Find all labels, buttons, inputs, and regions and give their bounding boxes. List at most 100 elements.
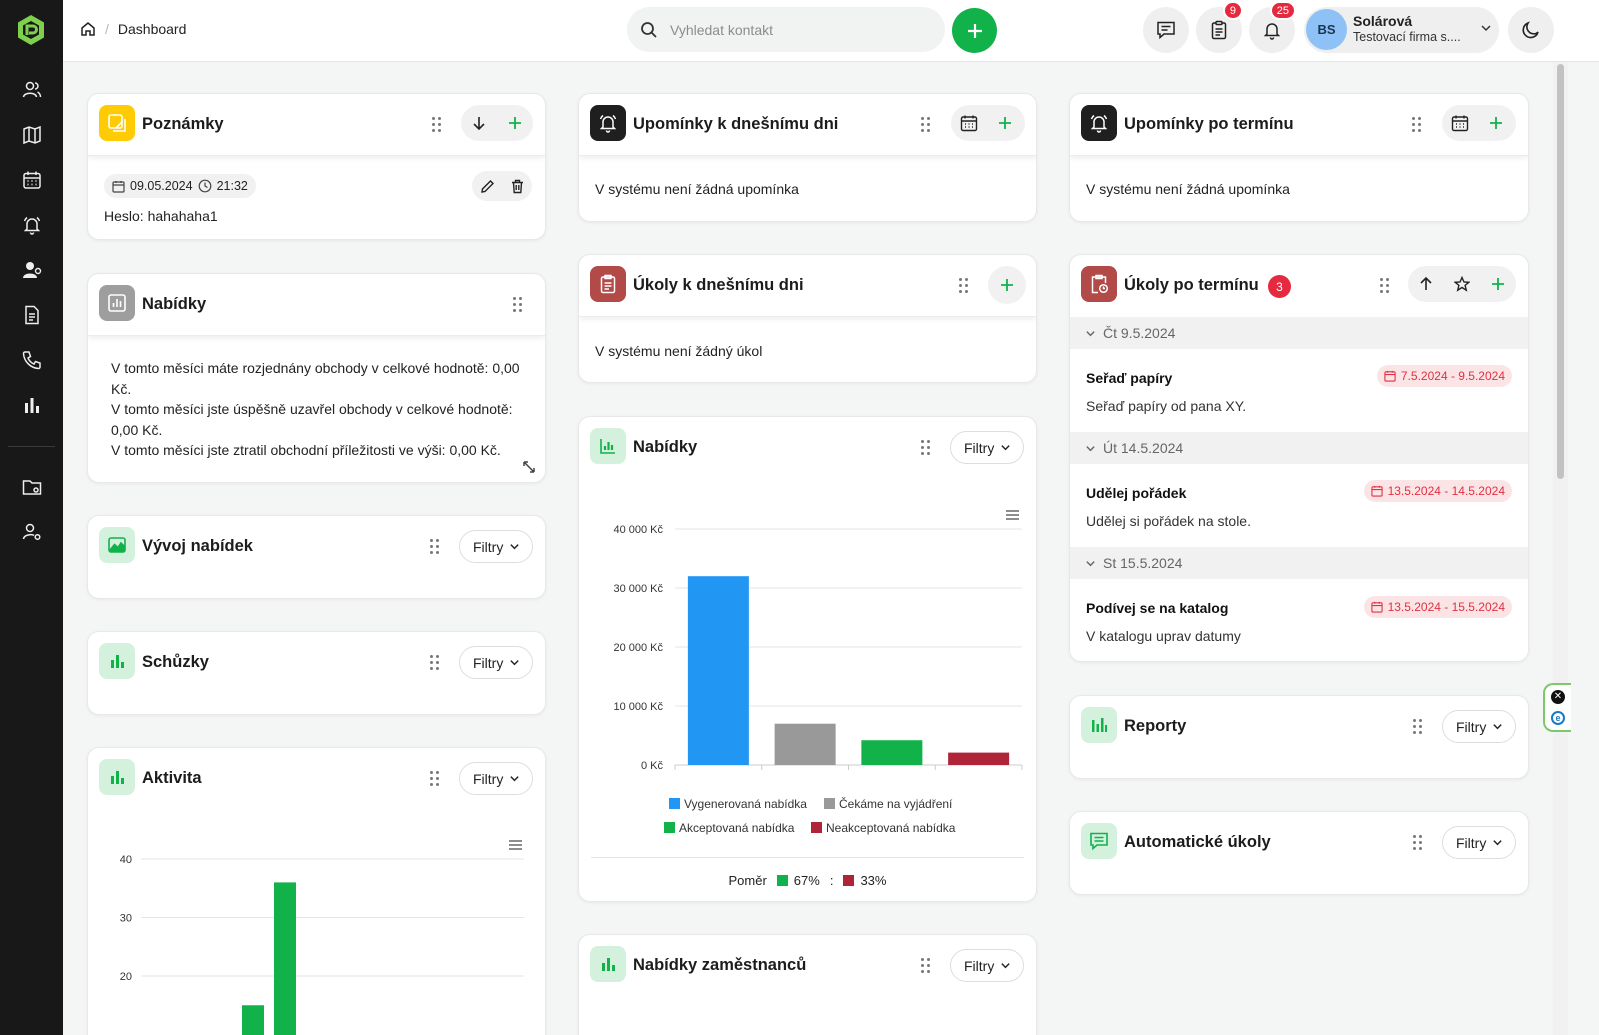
task-range-text: 7.5.2024 - 9.5.2024	[1400, 369, 1505, 383]
drag-handle-icon[interactable]	[921, 958, 931, 974]
clipboard-clock-icon	[1081, 266, 1117, 302]
theme-toggle[interactable]	[1508, 7, 1554, 53]
note-timestamp: 09.05.2024 21:32	[104, 174, 256, 198]
card-title: Reporty	[1124, 717, 1187, 735]
chevron-down-icon	[1086, 445, 1095, 451]
bell-icon	[1262, 20, 1282, 40]
y-tick-label: 40 000 Kč	[613, 524, 663, 536]
drag-handle-icon[interactable]	[921, 440, 931, 456]
overdue-count-badge: 3	[1268, 275, 1291, 298]
filter-button[interactable]: Filtry	[459, 646, 534, 679]
drag-handle-icon[interactable]	[430, 539, 440, 555]
bar-3	[861, 740, 923, 765]
ratio-label: Poměr	[728, 873, 767, 888]
reminders-overdue-card: Upomínky po termínu V systému není žádná…	[1069, 93, 1529, 222]
folder-icon[interactable]	[12, 469, 52, 505]
add-icon[interactable]	[1480, 266, 1516, 302]
task-group-date: St 15.5.2024	[1103, 555, 1183, 571]
contacts-icon[interactable]	[12, 72, 52, 108]
task-group-header[interactable]: St 15.5.2024	[1070, 547, 1528, 579]
add-note-icon[interactable]	[497, 105, 533, 141]
notes-icon	[99, 105, 135, 141]
tasks-button[interactable]: 9	[1196, 1, 1243, 53]
chart-icon[interactable]	[12, 387, 52, 423]
edit-icon[interactable]	[472, 171, 502, 201]
filter-button[interactable]: Filtry	[459, 762, 534, 795]
overdue-actions	[1408, 266, 1516, 302]
notifications-button[interactable]: 25	[1249, 1, 1296, 53]
extension-icon[interactable]: e	[1551, 711, 1565, 725]
app-logo[interactable]	[16, 14, 46, 46]
calendar-icon	[1370, 485, 1383, 497]
task-group-header[interactable]: Út 14.5.2024	[1070, 432, 1528, 464]
task-title[interactable]: Udělej pořádek	[1086, 485, 1186, 501]
sort-up-icon[interactable]	[1408, 266, 1444, 302]
add-icon[interactable]	[987, 105, 1023, 141]
tasks-badge: 9	[1222, 1, 1243, 20]
drag-handle-icon[interactable]	[430, 655, 440, 671]
drag-handle-icon[interactable]	[513, 297, 523, 313]
card-header: Úkoly po termínu 3	[1070, 255, 1528, 317]
card-header: Upomínky k dnešnímu dni	[579, 94, 1036, 156]
delete-icon[interactable]	[502, 171, 532, 201]
calendar-icon[interactable]	[951, 105, 987, 141]
scrollbar-thumb[interactable]	[1557, 64, 1564, 479]
calendar-icon[interactable]	[12, 162, 52, 198]
drag-handle-icon[interactable]	[1413, 719, 1423, 735]
employee-offers-card: Nabídky zaměstnanců Filtry	[578, 934, 1037, 1035]
area-chart-icon	[99, 527, 135, 563]
empty-message: V systému není žádný úkol	[595, 343, 763, 359]
task-date-range: 13.5.2024 - 14.5.2024	[1363, 480, 1512, 502]
page-scrollbar[interactable]	[1553, 62, 1568, 1035]
chevron-down-icon	[510, 776, 520, 782]
search-input[interactable]	[670, 21, 910, 38]
document-icon[interactable]	[12, 297, 52, 333]
map-icon[interactable]	[12, 117, 52, 153]
extension-widget[interactable]: ✕ e	[1543, 683, 1571, 732]
card-header: Poznámky	[88, 94, 545, 156]
star-icon[interactable]	[1444, 266, 1480, 302]
messages-button[interactable]	[1143, 7, 1189, 53]
reminders-today-card: Upomínky k dnešnímu dni V systému není ž…	[578, 93, 1037, 222]
filter-button[interactable]: Filtry	[459, 530, 534, 563]
bell-icon	[590, 105, 626, 141]
resize-icon[interactable]	[522, 460, 536, 474]
drag-handle-icon[interactable]	[1413, 835, 1423, 851]
filter-button[interactable]: Filtry	[1442, 826, 1517, 859]
drag-handle-icon[interactable]	[959, 278, 969, 294]
add-icon[interactable]	[1478, 105, 1514, 141]
drag-handle-icon[interactable]	[1412, 117, 1422, 133]
bell-icon[interactable]	[12, 207, 52, 243]
add-task-button[interactable]	[988, 266, 1026, 304]
filter-button[interactable]: Filtry	[950, 949, 1025, 982]
calendar-icon[interactable]	[1442, 105, 1478, 141]
task-range-text: 13.5.2024 - 14.5.2024	[1387, 484, 1505, 498]
chevron-down-icon	[510, 544, 520, 550]
sidebar-divider	[8, 446, 55, 447]
card-header: Schůzky Filtry	[88, 632, 545, 694]
card-header: Reporty Filtry	[1070, 696, 1528, 758]
phone-icon[interactable]	[12, 342, 52, 378]
task-title[interactable]: Podívej se na katalog	[1086, 600, 1228, 616]
admin-icon[interactable]	[12, 514, 52, 550]
drag-handle-icon[interactable]	[432, 117, 442, 133]
user-menu[interactable]: BS Solárová Testovací firma s....	[1304, 7, 1499, 53]
chevron-down-icon	[1086, 330, 1095, 336]
user-settings-icon[interactable]	[12, 252, 52, 288]
bar-chart-icon	[590, 946, 626, 982]
card-title: Schůzky	[142, 653, 209, 671]
task-group-header[interactable]: Čt 9.5.2024	[1070, 317, 1528, 349]
drag-handle-icon[interactable]	[1380, 278, 1390, 294]
card-title: Vývoj nabídek	[142, 537, 253, 555]
close-icon[interactable]: ✕	[1551, 690, 1565, 704]
add-button[interactable]	[952, 8, 997, 53]
filter-button[interactable]: Filtry	[950, 431, 1025, 464]
filter-button[interactable]: Filtry	[1442, 710, 1517, 743]
drag-handle-icon[interactable]	[430, 771, 440, 787]
sort-down-icon[interactable]	[461, 105, 497, 141]
home-icon[interactable]	[80, 21, 96, 37]
task-title[interactable]: Seřaď papíry	[1086, 370, 1172, 386]
drag-handle-icon[interactable]	[921, 117, 931, 133]
bar-2	[774, 723, 836, 765]
search-box[interactable]	[627, 7, 945, 52]
